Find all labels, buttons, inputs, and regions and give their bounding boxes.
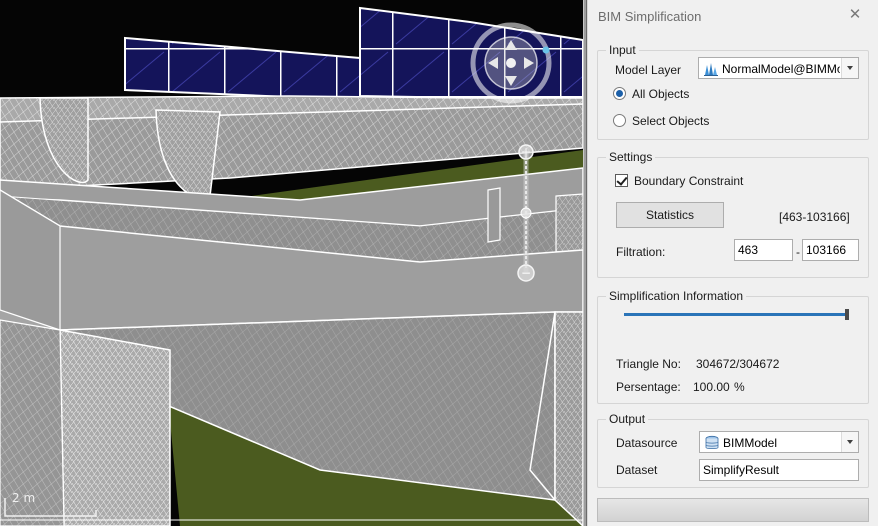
percentage-unit: % xyxy=(734,380,745,394)
select-objects-radio[interactable] xyxy=(613,114,626,127)
filtration-separator: - xyxy=(796,245,800,259)
3d-scene-viewport[interactable]: + − 2 m xyxy=(0,0,583,526)
dataset-input[interactable]: SimplifyResult xyxy=(699,459,859,481)
navigation-compass-icon[interactable] xyxy=(470,22,552,104)
scale-label: 2 m xyxy=(12,491,36,505)
datasource-value: BIMModel xyxy=(723,436,778,450)
panel-header: BIM Simplification ✕ xyxy=(588,0,878,32)
zoom-slider[interactable]: + − xyxy=(514,142,538,284)
panel-title: BIM Simplification xyxy=(598,9,702,24)
all-objects-label[interactable]: All Objects xyxy=(632,87,689,101)
datasource-combo[interactable]: BIMModel xyxy=(699,431,859,453)
triangle-no-label: Triangle No: xyxy=(616,357,681,371)
model-layer-label: Model Layer xyxy=(615,63,682,77)
model-layer-value: NormalModel@BIMMo xyxy=(722,62,840,76)
percentage-value: 100.00 xyxy=(693,380,730,394)
close-icon[interactable]: ✕ xyxy=(846,6,864,24)
all-objects-radio[interactable] xyxy=(613,87,626,100)
boundary-constraint-label[interactable]: Boundary Constraint xyxy=(634,174,743,188)
simplification-slider-track[interactable] xyxy=(624,313,848,316)
simplification-info-label: Simplification Information xyxy=(606,289,747,303)
output-group-label: Output xyxy=(606,412,649,426)
bim-simplification-panel: BIM Simplification ✕ Input Model Layer N… xyxy=(587,0,878,526)
filtration-min-input[interactable]: 463 xyxy=(734,239,793,261)
settings-group-label: Settings xyxy=(606,150,656,164)
model-layer-combo[interactable]: NormalModel@BIMMo xyxy=(698,57,859,79)
zoom-in-icon[interactable]: + xyxy=(521,145,531,159)
select-objects-label[interactable]: Select Objects xyxy=(632,114,709,128)
progress-bar xyxy=(597,498,869,522)
triangle-no-value: 304672/304672 xyxy=(696,357,780,371)
range-text: [463-103166] xyxy=(779,210,850,224)
percentage-label: Persentage: xyxy=(616,380,681,394)
simplification-slider-thumb[interactable] xyxy=(845,309,849,320)
input-group-label: Input xyxy=(606,43,639,57)
filtration-max-input[interactable]: 103166 xyxy=(802,239,859,261)
filtration-label: Filtration: xyxy=(616,245,666,259)
database-icon xyxy=(705,435,719,450)
zoom-out-icon[interactable]: − xyxy=(521,266,531,280)
dataset-label: Dataset xyxy=(616,463,658,477)
datasource-label: Datasource xyxy=(616,436,678,450)
chevron-down-icon[interactable] xyxy=(841,58,858,78)
statistics-button[interactable]: Statistics xyxy=(616,202,724,228)
bim-model-layer-icon xyxy=(704,63,718,76)
chevron-down-icon[interactable] xyxy=(841,432,858,452)
boundary-constraint-checkbox[interactable] xyxy=(615,174,628,187)
